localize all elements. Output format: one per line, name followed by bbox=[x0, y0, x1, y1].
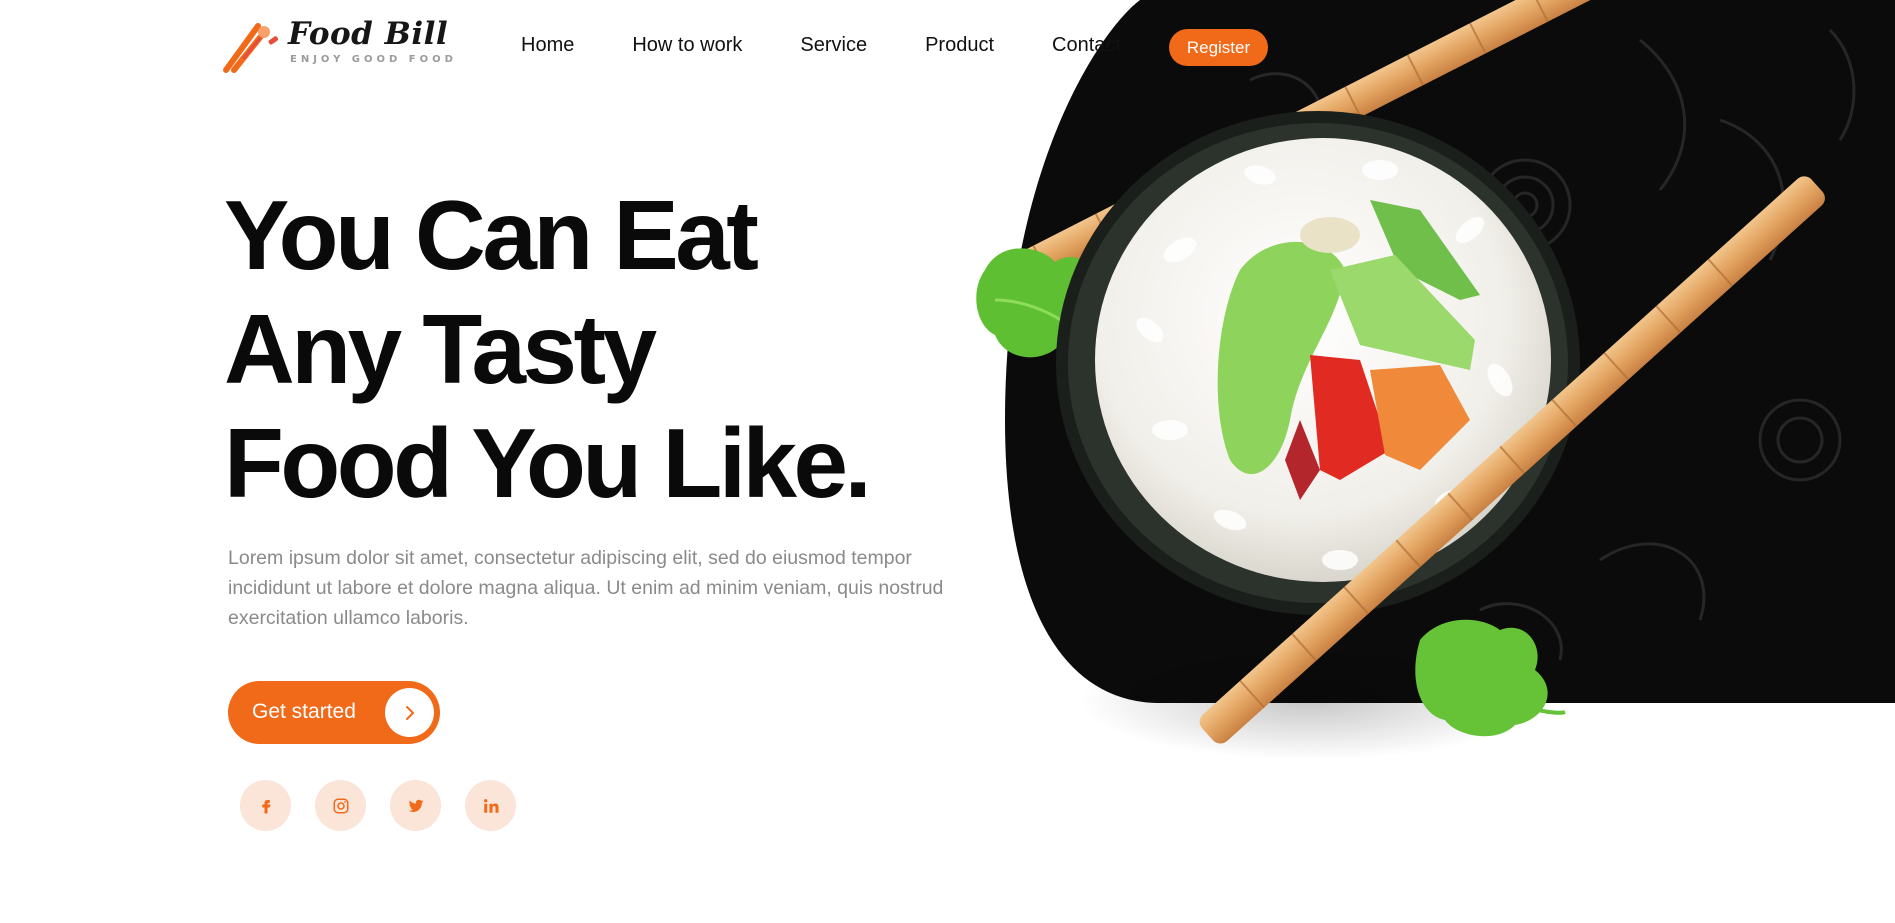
nav-link-product[interactable]: Product bbox=[925, 34, 994, 57]
brand-logo[interactable]: Food Bill ENJOY GOOD FOOD bbox=[220, 16, 453, 73]
nav-link-contact[interactable]: Contact bbox=[1052, 34, 1121, 57]
hero-heading-line: You Can Eat bbox=[224, 180, 759, 290]
get-started-label: Get started bbox=[252, 700, 356, 723]
get-started-button[interactable]: Get started bbox=[228, 681, 440, 744]
linkedin-link[interactable] bbox=[465, 780, 516, 831]
lettuce-bottom bbox=[1415, 619, 1548, 737]
facebook-icon bbox=[261, 799, 270, 813]
instagram-link[interactable] bbox=[315, 780, 366, 831]
lettuce-filling bbox=[1217, 241, 1345, 475]
linkedin-icon bbox=[483, 798, 498, 813]
main-navigation: Home How to work Service Product Contact bbox=[521, 34, 1121, 57]
pepper-filling bbox=[1310, 355, 1390, 480]
facebook-link[interactable] bbox=[240, 780, 291, 831]
bottom-chopstick bbox=[1199, 176, 1825, 744]
social-links bbox=[240, 780, 516, 831]
twitter-icon bbox=[408, 799, 423, 812]
instagram-icon bbox=[333, 798, 348, 813]
twitter-link[interactable] bbox=[390, 780, 441, 831]
hero-heading: You Can Eat Any Tasty Food You Like. bbox=[224, 178, 944, 520]
chevron-right-icon bbox=[385, 688, 434, 737]
dark-background-panel bbox=[1005, 0, 1895, 703]
cucumber-filling bbox=[1370, 200, 1480, 300]
hero-heading-line: Any Tasty bbox=[224, 294, 657, 404]
nav-link-how-to-work[interactable]: How to work bbox=[632, 34, 742, 57]
cutlery-logo-icon bbox=[223, 23, 279, 73]
nav-link-home[interactable]: Home bbox=[521, 34, 574, 57]
lettuce-left bbox=[976, 248, 1101, 358]
sushi-roll bbox=[1056, 111, 1580, 615]
hero-heading-line: Food You Like. bbox=[224, 408, 872, 518]
hero-description: Lorem ipsum dolor sit amet, consectetur … bbox=[228, 547, 944, 629]
brand-tagline: ENJOY GOOD FOOD bbox=[290, 54, 457, 65]
register-button[interactable]: Register bbox=[1169, 29, 1268, 66]
nav-link-service[interactable]: Service bbox=[800, 34, 867, 57]
brand-name: Food Bill bbox=[288, 16, 449, 52]
